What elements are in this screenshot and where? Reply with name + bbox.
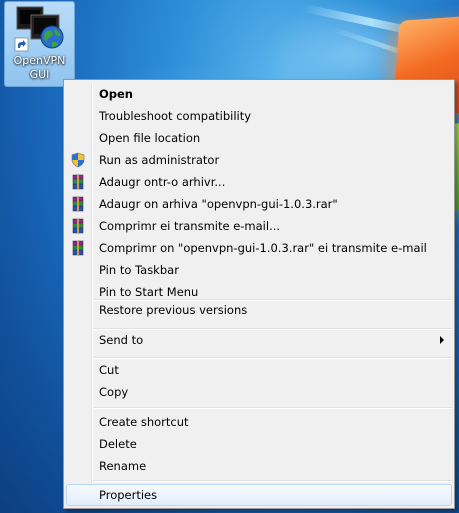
- menu-item-label: Copy: [99, 385, 129, 399]
- menu-item-label: Adaugr on arhiva "openvpn-gui-1.0.3.rar": [99, 197, 338, 211]
- menu-item-label: Pin to Start Menu: [99, 285, 199, 299]
- menu-item-label: Restore previous versions: [99, 303, 248, 317]
- menu-item-send-to[interactable]: Send to: [66, 329, 452, 351]
- menu-item-rename[interactable]: Rename: [66, 455, 452, 477]
- menu-item-cut[interactable]: Cut: [66, 359, 452, 381]
- menu-item-delete[interactable]: Delete: [66, 433, 452, 455]
- winrar-icon: [72, 196, 84, 212]
- menu-item-create-shortcut[interactable]: Create shortcut: [66, 411, 452, 433]
- menu-item-label: Create shortcut: [99, 415, 189, 429]
- menu-item-open[interactable]: Open: [66, 83, 452, 105]
- menu-item-add-to-archive[interactable]: Adaugr ontr-o arhivr...: [66, 171, 452, 193]
- uac-shield-icon: [71, 152, 85, 168]
- menu-item-label: Troubleshoot compatibility: [99, 109, 252, 123]
- desktop-icon-label-line1: OpenVPN: [13, 54, 66, 67]
- menu-item-label: Rename: [99, 459, 147, 473]
- menu-item-compress-and-email[interactable]: Comprimr ei transmite e-mail...: [66, 215, 452, 237]
- menu-item-add-to-named-archive[interactable]: Adaugr on arhiva "openvpn-gui-1.0.3.rar": [66, 193, 452, 215]
- submenu-arrow-icon: [440, 336, 444, 344]
- menu-item-pin-to-taskbar[interactable]: Pin to Taskbar: [66, 259, 452, 281]
- menu-item-label: Run as administrator: [99, 153, 220, 167]
- menu-item-label: Open file location: [99, 131, 201, 145]
- winrar-icon: [72, 174, 84, 190]
- menu-item-label: Adaugr ontr-o arhivr...: [99, 175, 226, 189]
- menu-item-compress-to-named-archive-and-email[interactable]: Comprimr on "openvpn-gui-1.0.3.rar" ei t…: [66, 237, 452, 259]
- menu-item-label: Properties: [99, 488, 158, 502]
- menu-item-label: Send to: [99, 333, 144, 347]
- menu-item-label: Pin to Taskbar: [99, 263, 179, 277]
- menu-item-label: Comprimr on "openvpn-gui-1.0.3.rar" ei t…: [99, 241, 427, 255]
- menu-item-run-as-administrator[interactable]: Run as administrator: [66, 149, 452, 171]
- desktop-icon-label: OpenVPN GUI: [5, 54, 74, 82]
- menu-item-troubleshoot-compatibility[interactable]: Troubleshoot compatibility: [66, 105, 452, 127]
- openvpn-gui-shortcut-icon: [14, 6, 64, 52]
- menu-item-label: Comprimr ei transmite e-mail...: [99, 219, 281, 233]
- winrar-icon: [72, 240, 84, 256]
- menu-separator: [94, 407, 452, 409]
- menu-item-open-file-location[interactable]: Open file location: [66, 127, 452, 149]
- menu-separator: [94, 480, 452, 482]
- menu-item-restore-previous-versions[interactable]: Restore previous versions: [66, 299, 452, 321]
- menu-item-label: Open: [99, 87, 133, 101]
- context-menu: Open Troubleshoot compatibility Open fil…: [63, 79, 455, 509]
- menu-item-label: Delete: [99, 437, 137, 451]
- desktop-shortcut-openvpn-gui[interactable]: OpenVPN GUI: [4, 1, 75, 87]
- menu-item-label: Cut: [99, 363, 119, 377]
- menu-item-properties[interactable]: Properties: [66, 484, 452, 506]
- desktop[interactable]: OpenVPN GUI Open Troubleshoot compatibil…: [0, 0, 459, 513]
- menu-item-copy[interactable]: Copy: [66, 381, 452, 403]
- winrar-icon: [72, 218, 84, 234]
